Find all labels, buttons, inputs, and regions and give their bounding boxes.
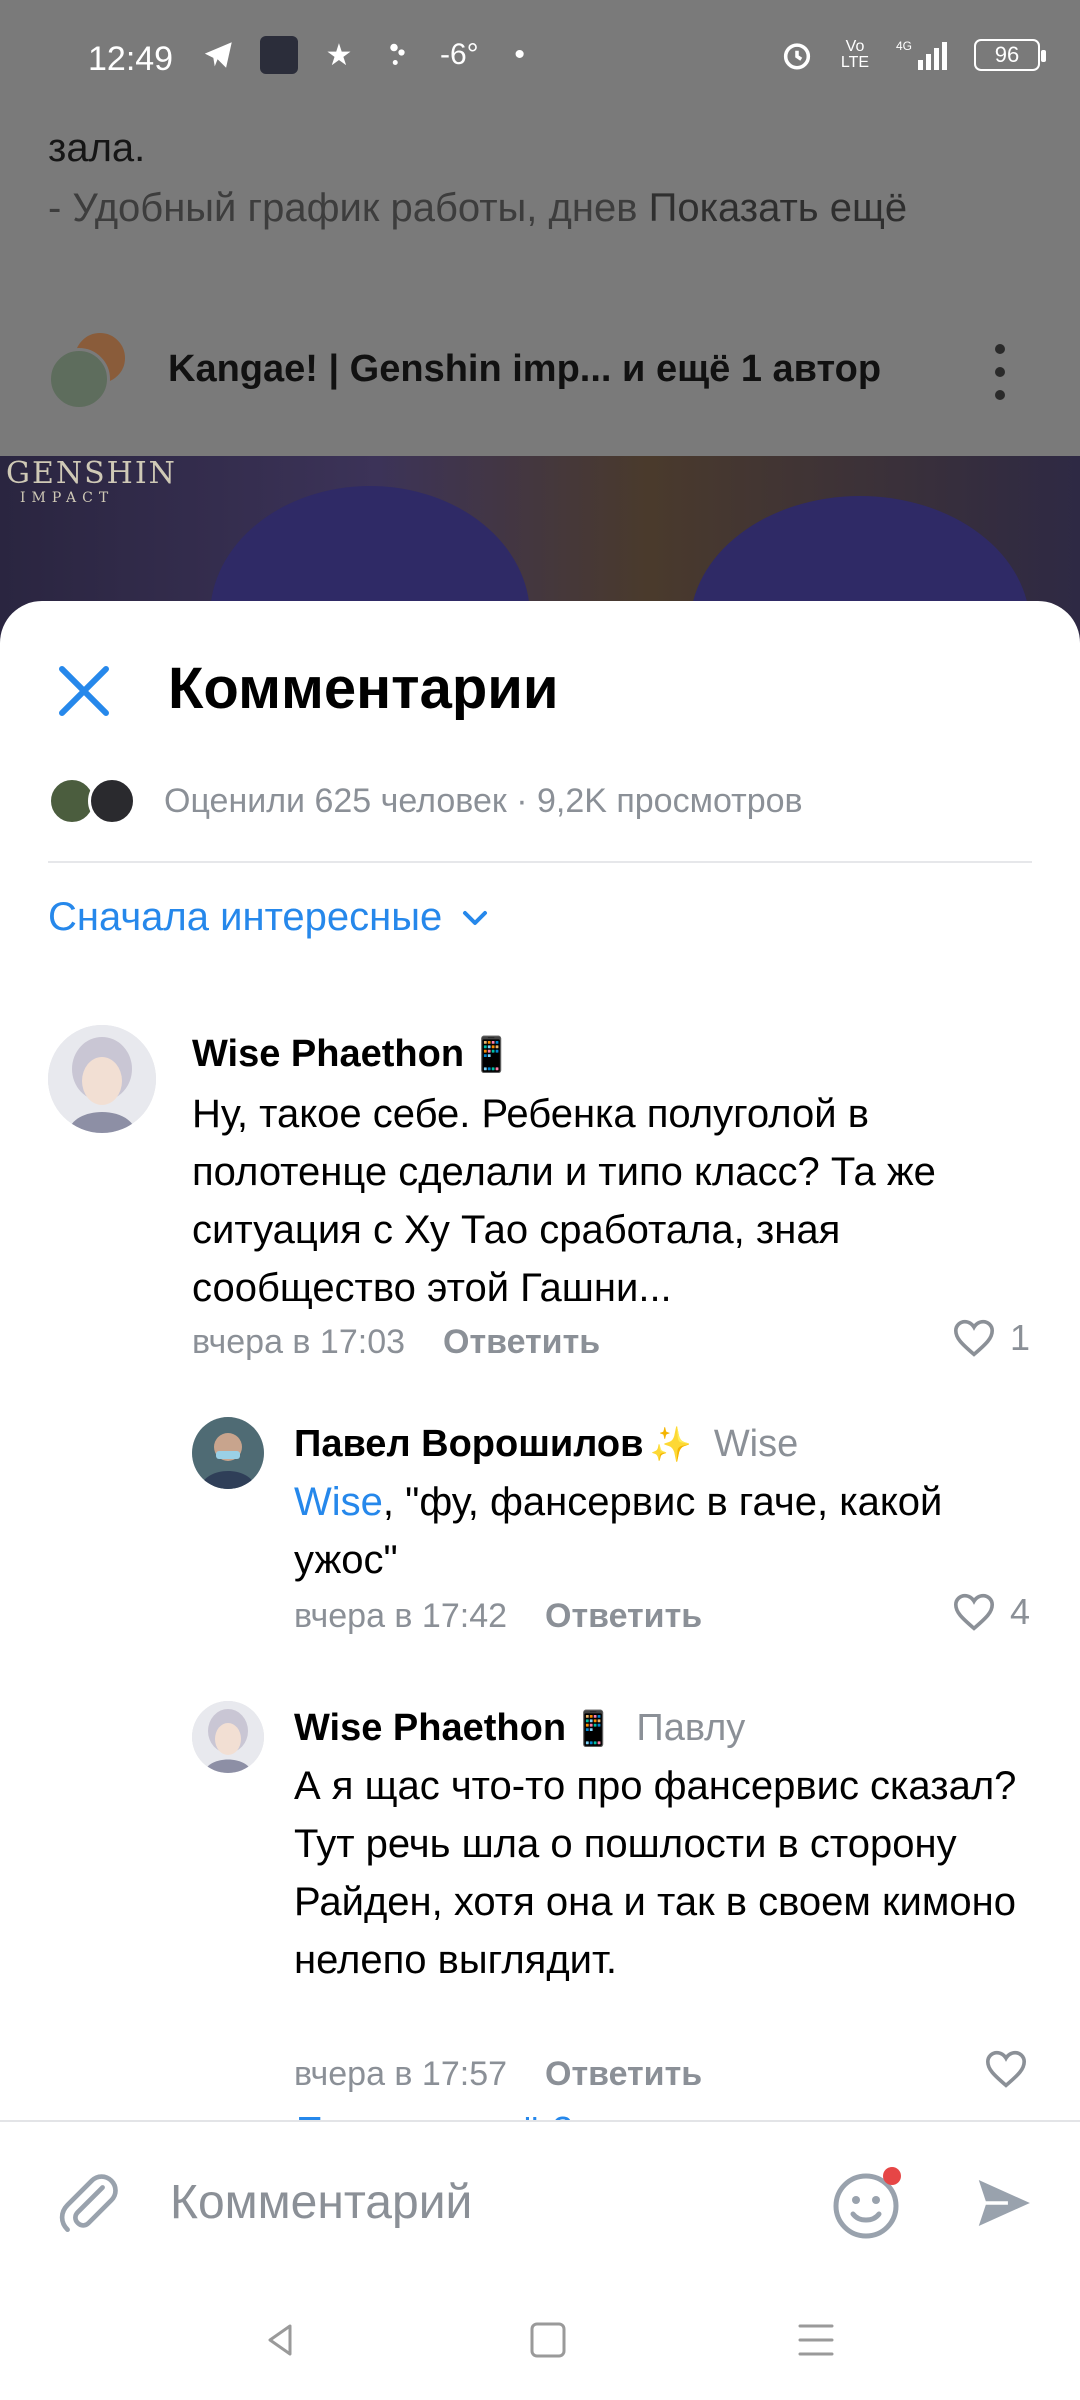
alarm-icon bbox=[778, 36, 816, 74]
like-button[interactable]: 1 bbox=[952, 1317, 1030, 1359]
comment-input-bar bbox=[0, 2120, 1080, 2280]
more-options-icon[interactable] bbox=[990, 344, 1010, 400]
status-bar: 12:49 ★ -6° • Vo LTE 4G 96 bbox=[0, 0, 1080, 115]
status-icons-right: Vo LTE 4G 96 bbox=[778, 36, 1046, 74]
game-logo-sub: IMPACT bbox=[20, 490, 115, 506]
comment-author[interactable]: Wise Phaethon bbox=[294, 1707, 566, 1750]
comment-time: вчера в 17:57 bbox=[294, 2055, 508, 2093]
mail-app-icon bbox=[260, 36, 298, 74]
comment-reply: Wise Phaethon 📱 Павлу А я щас что-то про… bbox=[0, 1697, 1080, 2093]
send-button[interactable] bbox=[960, 2158, 1050, 2248]
more-notifications-icon: • bbox=[514, 38, 525, 71]
mention-link[interactable]: Wise bbox=[294, 1480, 383, 1524]
phone-emoji-icon: 📱 bbox=[470, 1036, 513, 1074]
nav-home-button[interactable] bbox=[518, 2310, 578, 2370]
reply-button[interactable]: Ответить bbox=[545, 2055, 702, 2094]
comment-text: А я щас что-то про фансервис сказал? Тут… bbox=[294, 1764, 1017, 1982]
temperature-label: -6° bbox=[440, 38, 479, 71]
signal-icon: 4G bbox=[894, 36, 954, 74]
comment-author-row: Wise Phaethon 📱 Павлу bbox=[294, 1707, 745, 1750]
like-button[interactable] bbox=[984, 2049, 1028, 2089]
comment-author-row: Wise Phaethon 📱 bbox=[192, 1033, 512, 1076]
star-icon: ★ bbox=[325, 38, 353, 72]
sheet-title: Комментарии bbox=[168, 656, 559, 721]
back-triangle-icon bbox=[268, 2324, 292, 2356]
post-text: зала. - Удобный график работы, днев Пока… bbox=[48, 118, 907, 238]
home-square-icon bbox=[530, 2322, 566, 2358]
comment: Wise Phaethon 📱 Ну, такое себе. Ребенка … bbox=[0, 1021, 1080, 1361]
attach-button[interactable] bbox=[48, 2162, 128, 2242]
reply-button[interactable]: Ответить bbox=[545, 1597, 702, 1636]
post-text-line1: зала. bbox=[48, 126, 146, 170]
status-icons-left: ★ -6° • bbox=[200, 36, 539, 74]
reply-button[interactable]: Ответить bbox=[443, 1323, 600, 1362]
game-logo: GENSHIN bbox=[6, 456, 177, 491]
weather-icon bbox=[380, 36, 418, 74]
volte-icon: Vo LTE bbox=[840, 38, 870, 71]
author-avatar-primary bbox=[48, 348, 110, 410]
comment-time: вчера в 17:42 bbox=[294, 1597, 508, 1635]
post-author-row[interactable]: Kangae! | Genshin imp... и ещё 1 автор bbox=[0, 330, 1080, 410]
stats-text: Оценили 625 человек · 9,2K просмотров bbox=[164, 781, 803, 820]
post-stats[interactable]: Оценили 625 человек · 9,2K просмотров bbox=[48, 771, 803, 831]
sort-dropdown[interactable]: Сначала интересные bbox=[48, 895, 492, 940]
comment-meta: вчера в 17:42 Ответить bbox=[294, 1597, 702, 1636]
sheet-header: Комментарии bbox=[0, 601, 1080, 731]
comment-meta: вчера в 17:03 Ответить bbox=[192, 1323, 600, 1362]
post-text-line2: - Удобный график работы, днев Показать е… bbox=[48, 186, 908, 230]
close-icon bbox=[59, 666, 109, 716]
author-avatars bbox=[48, 330, 138, 410]
close-button[interactable] bbox=[48, 655, 120, 727]
reply-to-label[interactable]: Павлу bbox=[636, 1707, 745, 1750]
menu-lines-icon bbox=[798, 2324, 834, 2356]
svg-text:4G: 4G bbox=[896, 39, 912, 53]
comment-input[interactable] bbox=[170, 2162, 790, 2242]
heart-icon bbox=[953, 1593, 995, 1631]
paperclip-icon bbox=[59, 2174, 118, 2233]
reply-to-label[interactable]: Wise bbox=[714, 1423, 798, 1466]
post-authors[interactable]: Kangae! | Genshin imp... и ещё 1 автор bbox=[168, 348, 881, 391]
comment-time: вчера в 17:03 bbox=[192, 1323, 406, 1361]
send-icon bbox=[974, 2175, 1036, 2231]
comment-author-row: Павел Ворошилов ✨ Wise bbox=[294, 1423, 798, 1466]
emoji-button[interactable] bbox=[824, 2158, 914, 2248]
heart-icon bbox=[985, 2050, 1027, 2088]
comment-text: Wise, "фу, фансервис в гаче, какой ужос" bbox=[294, 1480, 943, 1582]
comment-meta: вчера в 17:57 Ответить bbox=[294, 2055, 702, 2094]
comment-author[interactable]: Wise Phaethon bbox=[192, 1033, 464, 1076]
sparkle-emoji-icon: ✨ bbox=[649, 1426, 692, 1464]
nav-back-button[interactable] bbox=[250, 2310, 310, 2370]
divider bbox=[48, 861, 1032, 863]
show-more-link[interactable]: Показать ещё bbox=[649, 186, 908, 230]
nav-recents-button[interactable] bbox=[786, 2310, 846, 2370]
like-count: 4 bbox=[1010, 1591, 1031, 1632]
liker-avatars bbox=[48, 775, 144, 827]
battery-indicator: 96 bbox=[974, 39, 1046, 71]
status-time: 12:49 bbox=[88, 40, 174, 78]
telegram-icon bbox=[200, 36, 238, 74]
chevron-down-icon bbox=[463, 910, 488, 925]
like-button[interactable]: 4 bbox=[952, 1591, 1030, 1633]
like-count: 1 bbox=[1010, 1317, 1031, 1358]
phone-emoji-icon: 📱 bbox=[572, 1710, 615, 1748]
post-background: 12:49 ★ -6° • Vo LTE 4G 96 зала. - Удобн… bbox=[0, 0, 1080, 700]
comment-text: Ну, такое себе. Ребенка полуголой в поло… bbox=[192, 1092, 936, 1310]
avatar[interactable] bbox=[192, 1701, 264, 1773]
avatar[interactable] bbox=[48, 1025, 156, 1133]
comment-reply: Павел Ворошилов ✨ Wise Wise, "фу, фансер… bbox=[0, 1413, 1080, 1636]
liker-avatar bbox=[88, 777, 136, 825]
heart-icon bbox=[953, 1319, 995, 1357]
smile-icon bbox=[833, 2167, 901, 2239]
avatar[interactable] bbox=[192, 1417, 264, 1489]
sort-label: Сначала интересные bbox=[48, 895, 443, 939]
comment-author[interactable]: Павел Ворошилов bbox=[294, 1423, 643, 1466]
system-nav-bar bbox=[0, 2280, 1080, 2400]
